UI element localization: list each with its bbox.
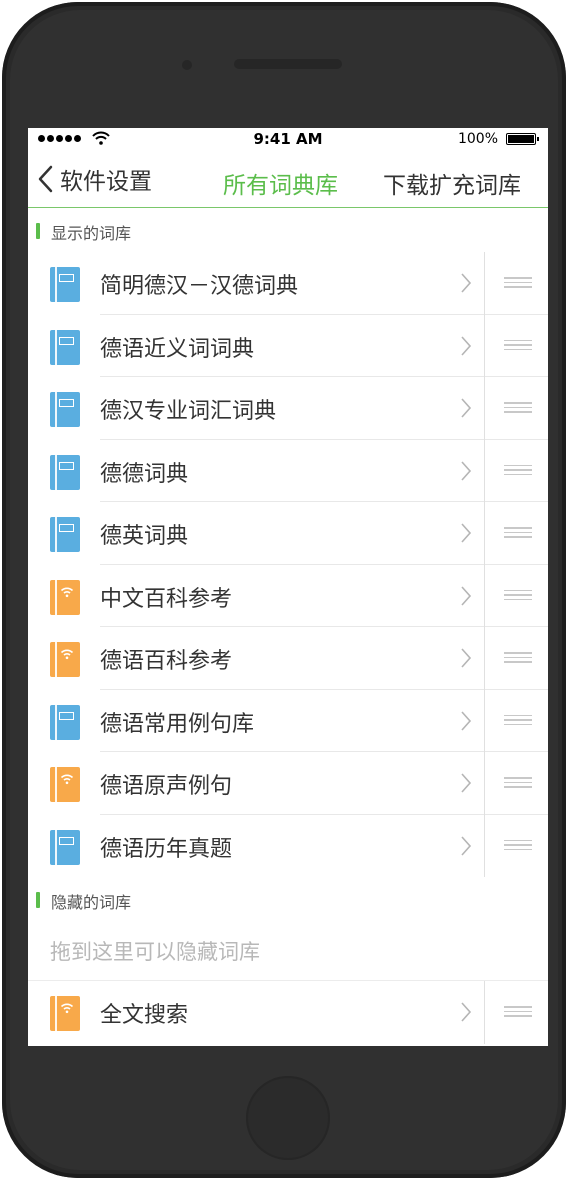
online-book-icon xyxy=(50,642,80,677)
download-dictionaries-button[interactable]: 下载扩充词库 xyxy=(383,166,521,200)
hide-drop-zone-hint[interactable]: 拖到这里可以隐藏词库 xyxy=(50,936,260,966)
book-icon xyxy=(50,517,80,552)
dictionary-row[interactable]: 德语历年真题 xyxy=(28,814,548,877)
home-button[interactable] xyxy=(246,1076,330,1160)
navigation-bar: 软件设置 所有词典库 下载扩充词库 xyxy=(28,150,548,208)
dictionary-name: 德语历年真题 xyxy=(100,836,233,862)
chevron-right-icon xyxy=(461,1002,472,1022)
back-button[interactable]: 软件设置 xyxy=(36,162,152,196)
battery-percent: 100% xyxy=(457,131,498,147)
chevron-right-icon xyxy=(461,273,472,293)
dictionary-name: 德英词典 xyxy=(100,524,189,549)
earpiece-speaker xyxy=(234,59,342,69)
chevron-right-icon xyxy=(461,585,472,606)
dictionary-name: 德语原声例句 xyxy=(100,774,233,799)
battery-icon xyxy=(506,133,539,145)
drag-area-divider xyxy=(484,564,485,627)
status-bar: 9:41 AM 100% xyxy=(28,128,548,150)
section-header-visible: 显示的词库 xyxy=(28,209,548,251)
front-camera xyxy=(182,60,192,70)
book-icon xyxy=(50,392,80,427)
dictionary-row[interactable]: 简明德汉－汉德词典 xyxy=(28,252,548,315)
chevron-right-icon xyxy=(461,335,472,356)
section-accent-bar xyxy=(36,892,40,908)
section-header-hidden: 隐藏的词库 xyxy=(28,878,548,920)
chevron-right-icon xyxy=(461,460,472,481)
drag-area-divider xyxy=(484,314,485,377)
screen: 9:41 AM 100% 软件设置 所有词典库 下载扩充词库 显示的词库 简明德… xyxy=(28,128,548,1046)
dictionary-name: 德语近义词词典 xyxy=(100,336,255,362)
book-icon xyxy=(50,829,80,865)
drag-area-divider xyxy=(484,252,485,315)
back-label: 软件设置 xyxy=(60,169,152,195)
dictionary-name: 简明德汉－汉德词典 xyxy=(100,274,299,299)
reorder-handle-icon[interactable] xyxy=(504,839,532,852)
online-book-icon xyxy=(50,579,80,615)
drag-area-divider xyxy=(484,502,485,565)
chevron-right-icon xyxy=(461,835,472,856)
drag-area-divider xyxy=(484,439,485,502)
chevron-right-icon xyxy=(461,710,472,731)
reorder-handle-icon[interactable] xyxy=(504,402,532,414)
drag-area-divider xyxy=(484,377,485,440)
dictionary-name: 中文百科参考 xyxy=(100,586,233,612)
section-title: 显示的词库 xyxy=(51,224,132,243)
book-icon xyxy=(50,454,80,490)
dictionary-row[interactable]: 德语百科参考 xyxy=(28,627,548,690)
reorder-handle-icon[interactable] xyxy=(504,714,532,727)
reorder-handle-icon[interactable] xyxy=(504,277,532,289)
book-icon xyxy=(50,267,80,302)
dictionary-row[interactable]: 中文百科参考 xyxy=(28,564,548,627)
drag-area-divider xyxy=(484,752,485,815)
page-title: 所有词典库 xyxy=(223,173,338,199)
chevron-left-icon xyxy=(38,165,53,193)
dictionary-name: 德汉专业词汇词典 xyxy=(100,399,277,424)
reorder-handle-icon[interactable] xyxy=(504,652,532,664)
dictionary-name: 德语百科参考 xyxy=(100,649,233,674)
online-book-icon xyxy=(50,996,80,1031)
section-title: 隐藏的词库 xyxy=(51,893,132,912)
chevron-right-icon xyxy=(461,523,472,543)
reorder-handle-icon[interactable] xyxy=(504,589,532,602)
reorder-handle-icon[interactable] xyxy=(504,527,532,539)
chevron-right-icon xyxy=(461,773,472,793)
dictionary-row[interactable]: 德语近义词词典 xyxy=(28,314,548,377)
dictionary-name: 全文搜索 xyxy=(100,1003,189,1028)
reorder-handle-icon[interactable] xyxy=(504,1006,532,1018)
section-accent-bar xyxy=(36,223,40,239)
drag-area-divider xyxy=(484,814,485,877)
chevron-right-icon xyxy=(461,648,472,668)
reorder-handle-icon[interactable] xyxy=(504,464,532,477)
online-book-icon xyxy=(50,767,80,802)
reorder-handle-icon[interactable] xyxy=(504,339,532,352)
dictionary-row[interactable]: 德语原声例句 xyxy=(28,752,548,815)
reorder-handle-icon[interactable] xyxy=(504,777,532,789)
drag-area-divider xyxy=(484,627,485,690)
book-icon xyxy=(50,704,80,740)
drag-area-divider xyxy=(484,981,485,1044)
dictionary-row[interactable]: 全文搜索 xyxy=(28,981,548,1044)
dictionary-name: 德德词典 xyxy=(100,461,189,487)
chevron-right-icon xyxy=(461,398,472,418)
dictionary-row[interactable]: 德汉专业词汇词典 xyxy=(28,377,548,440)
dictionary-row[interactable]: 德德词典 xyxy=(28,439,548,502)
book-icon xyxy=(50,329,80,365)
dictionary-row[interactable]: 德语常用例句库 xyxy=(28,689,548,752)
drag-area-divider xyxy=(484,689,485,752)
dictionary-row[interactable]: 德英词典 xyxy=(28,502,548,565)
dictionary-name: 德语常用例句库 xyxy=(100,711,255,737)
